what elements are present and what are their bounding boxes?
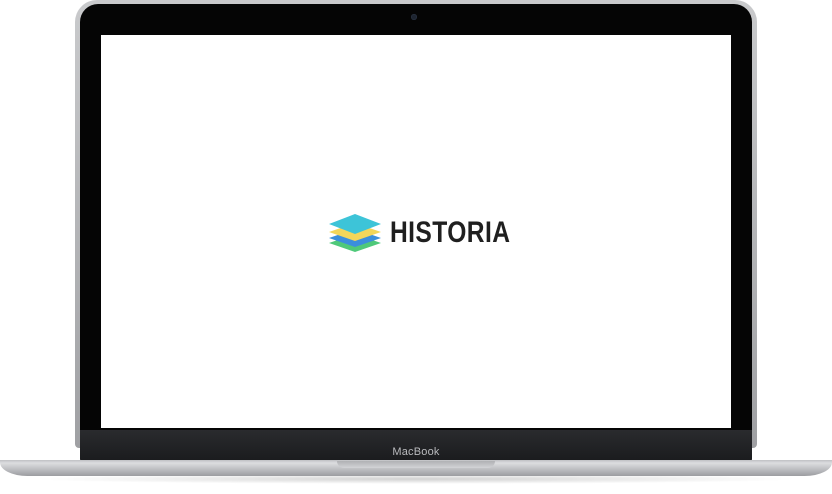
stacked-layers-icon (329, 214, 381, 252)
historia-logo: HISTORIA (326, 212, 537, 254)
logo-wordmark: HISTORIA (390, 216, 511, 249)
device-brand-label: MacBook (392, 446, 440, 458)
opening-notch (337, 461, 495, 468)
laptop-mockup: HISTORIA MacBook (0, 0, 832, 494)
camera-icon (411, 14, 417, 20)
